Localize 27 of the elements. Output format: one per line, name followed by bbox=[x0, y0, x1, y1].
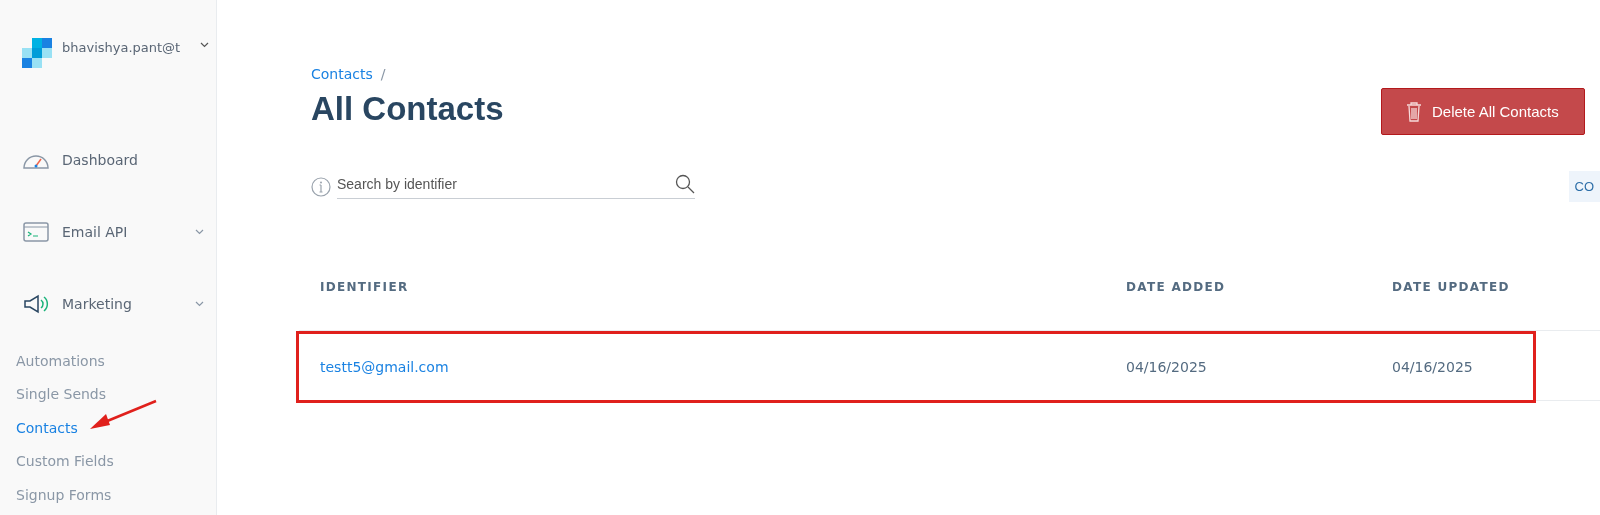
breadcrumb-link[interactable]: Contacts bbox=[311, 66, 373, 82]
megaphone-icon bbox=[22, 294, 50, 314]
delete-all-button[interactable]: Delete All Contacts bbox=[1381, 88, 1585, 135]
subnav-item[interactable]: Signup Forms bbox=[16, 486, 112, 503]
account-name[interactable]: bhavishya.pant@t bbox=[62, 39, 190, 55]
terminal-icon bbox=[22, 222, 50, 242]
page-title: All Contacts bbox=[311, 90, 504, 128]
search-field[interactable]: Search by identifier bbox=[337, 176, 675, 192]
trash-icon bbox=[1406, 101, 1422, 122]
column-header: IDENTIFIER bbox=[319, 280, 410, 294]
column-header: DATE ADDED bbox=[1126, 280, 1227, 294]
column-header: DATE UPDATED bbox=[1392, 280, 1510, 294]
nav-item[interactable]: Dashboard bbox=[0, 150, 216, 170]
nav-item[interactable]: Email API bbox=[0, 222, 216, 242]
chevron-down-icon[interactable] bbox=[200, 42, 209, 48]
identifier-link[interactable]: testt5@gmail.com bbox=[299, 359, 1126, 375]
search-icon[interactable] bbox=[675, 174, 695, 194]
subnav-item[interactable]: Automations bbox=[16, 352, 105, 369]
column-chip[interactable]: CO bbox=[1568, 171, 1600, 202]
subnav-item[interactable]: Custom Fields bbox=[16, 453, 114, 470]
subnav-item[interactable]: Single Sends bbox=[16, 386, 107, 403]
breadcrumb-separator: / bbox=[380, 66, 386, 82]
table-cell-text: 04/16/2025 bbox=[1126, 359, 1208, 375]
logo-icon bbox=[22, 38, 52, 68]
nav-item[interactable]: Marketing bbox=[0, 294, 216, 314]
subnav-item[interactable]: Contacts bbox=[16, 419, 78, 436]
table-cell: 04/16/2025 bbox=[1392, 359, 1473, 375]
